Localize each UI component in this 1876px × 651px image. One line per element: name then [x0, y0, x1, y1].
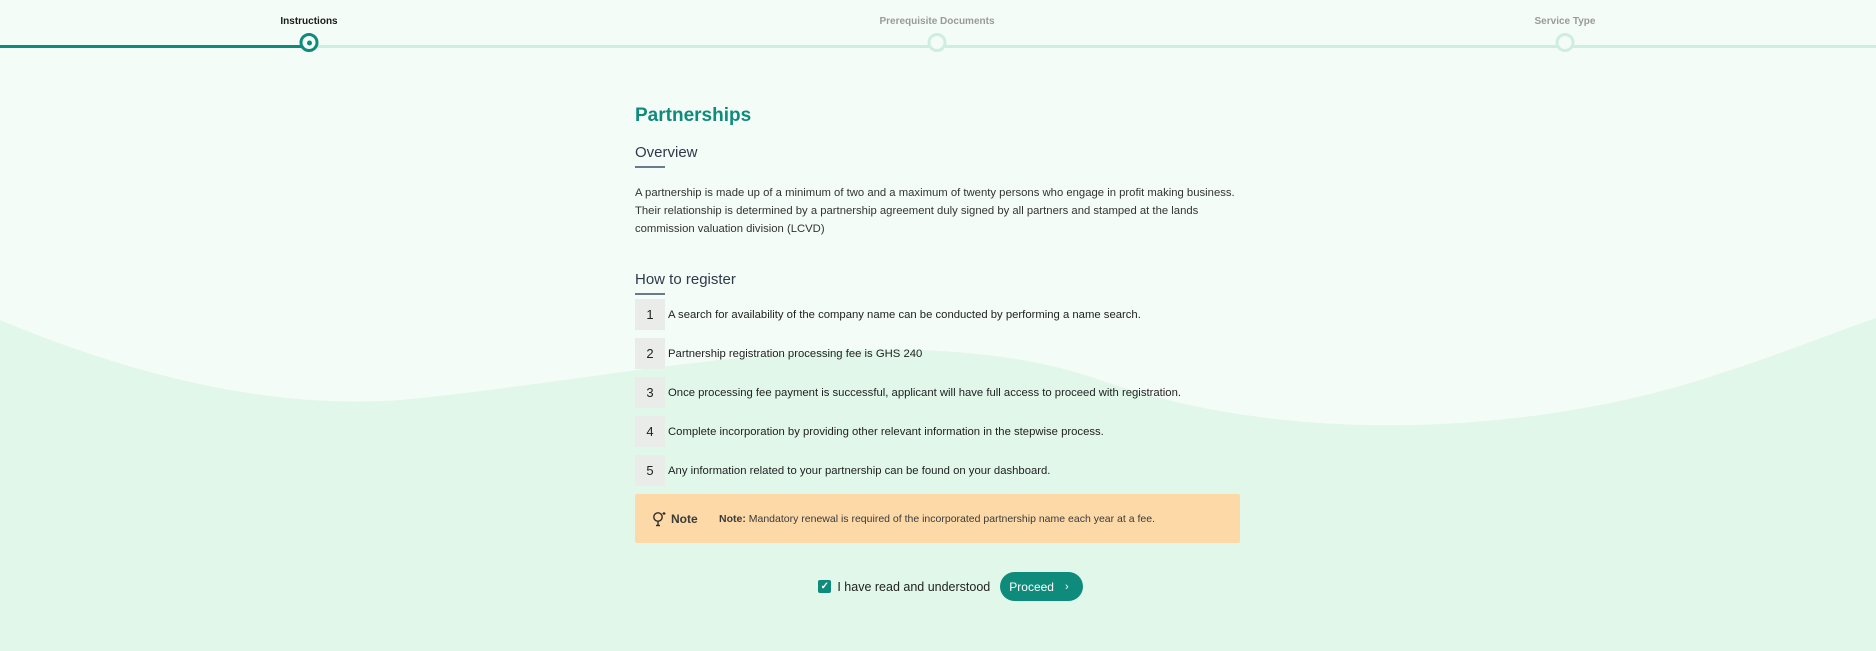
note-callout: Note Note: Mandatory renewal is required… — [635, 494, 1240, 543]
step-number: 4 — [635, 416, 665, 447]
how-to-register-underline — [635, 293, 665, 295]
lightbulb-icon — [651, 510, 669, 528]
step-instructions-label: Instructions — [280, 16, 338, 27]
step-text: Any information related to your partners… — [668, 464, 1051, 477]
step-service-type-dot[interactable] — [1555, 33, 1575, 52]
read-understood-label[interactable]: I have read and understood — [837, 580, 990, 594]
overview-heading-underline — [635, 166, 665, 168]
progress-stepper: Instructions Prerequisite Documents Serv… — [0, 0, 1876, 60]
step-text: A search for availability of the company… — [668, 308, 1141, 321]
overview-text: A partnership is made up of a minimum of… — [635, 187, 1235, 235]
chevron-right-icon: › — [1064, 580, 1069, 593]
list-item: 3 Once processing fee payment is success… — [635, 377, 1240, 408]
step-service-type-label: Service Type — [1534, 16, 1596, 27]
step-prerequisite-documents-dot[interactable] — [927, 33, 947, 52]
actions-bar: ✓ I have read and understood Proceed › — [0, 572, 1876, 601]
list-item: 2 Partnership registration processing fe… — [635, 338, 1240, 369]
list-item: 5 Any information related to your partne… — [635, 455, 1240, 486]
proceed-button[interactable]: Proceed › — [1000, 572, 1083, 601]
step-prerequisite-documents-label: Prerequisite Documents — [879, 16, 995, 27]
proceed-label: Proceed — [1009, 579, 1054, 594]
step-number: 2 — [635, 338, 665, 369]
overview-heading: Overview — [635, 144, 698, 161]
step-instructions-dot[interactable] — [299, 33, 319, 52]
list-item: 4 Complete incorporation by providing ot… — [635, 416, 1240, 447]
step-number: 3 — [635, 377, 665, 408]
step-number: 5 — [635, 455, 665, 486]
note-body: Mandatory renewal is required of the inc… — [745, 512, 1155, 525]
step-text: Partnership registration processing fee … — [668, 347, 923, 360]
registration-steps-list: 1 A search for availability of the compa… — [635, 299, 1240, 486]
note-label: Note — [671, 511, 698, 526]
step-text: Complete incorporation by providing othe… — [668, 425, 1104, 438]
instructions-content: Partnerships Overview A partnership is m… — [635, 100, 1240, 543]
step-number: 1 — [635, 299, 665, 330]
stepper-track-progress — [0, 45, 309, 48]
page-title: Partnerships — [635, 105, 752, 126]
how-to-register-heading: How to register — [635, 271, 736, 288]
list-item: 1 A search for availability of the compa… — [635, 299, 1240, 330]
read-understood-checkbox[interactable]: ✓ — [818, 580, 832, 593]
note-text: Note: Mandatory renewal is required of t… — [719, 513, 1155, 525]
note-prefix: Note: — [719, 512, 746, 525]
step-text: Once processing fee payment is successfu… — [668, 386, 1182, 399]
